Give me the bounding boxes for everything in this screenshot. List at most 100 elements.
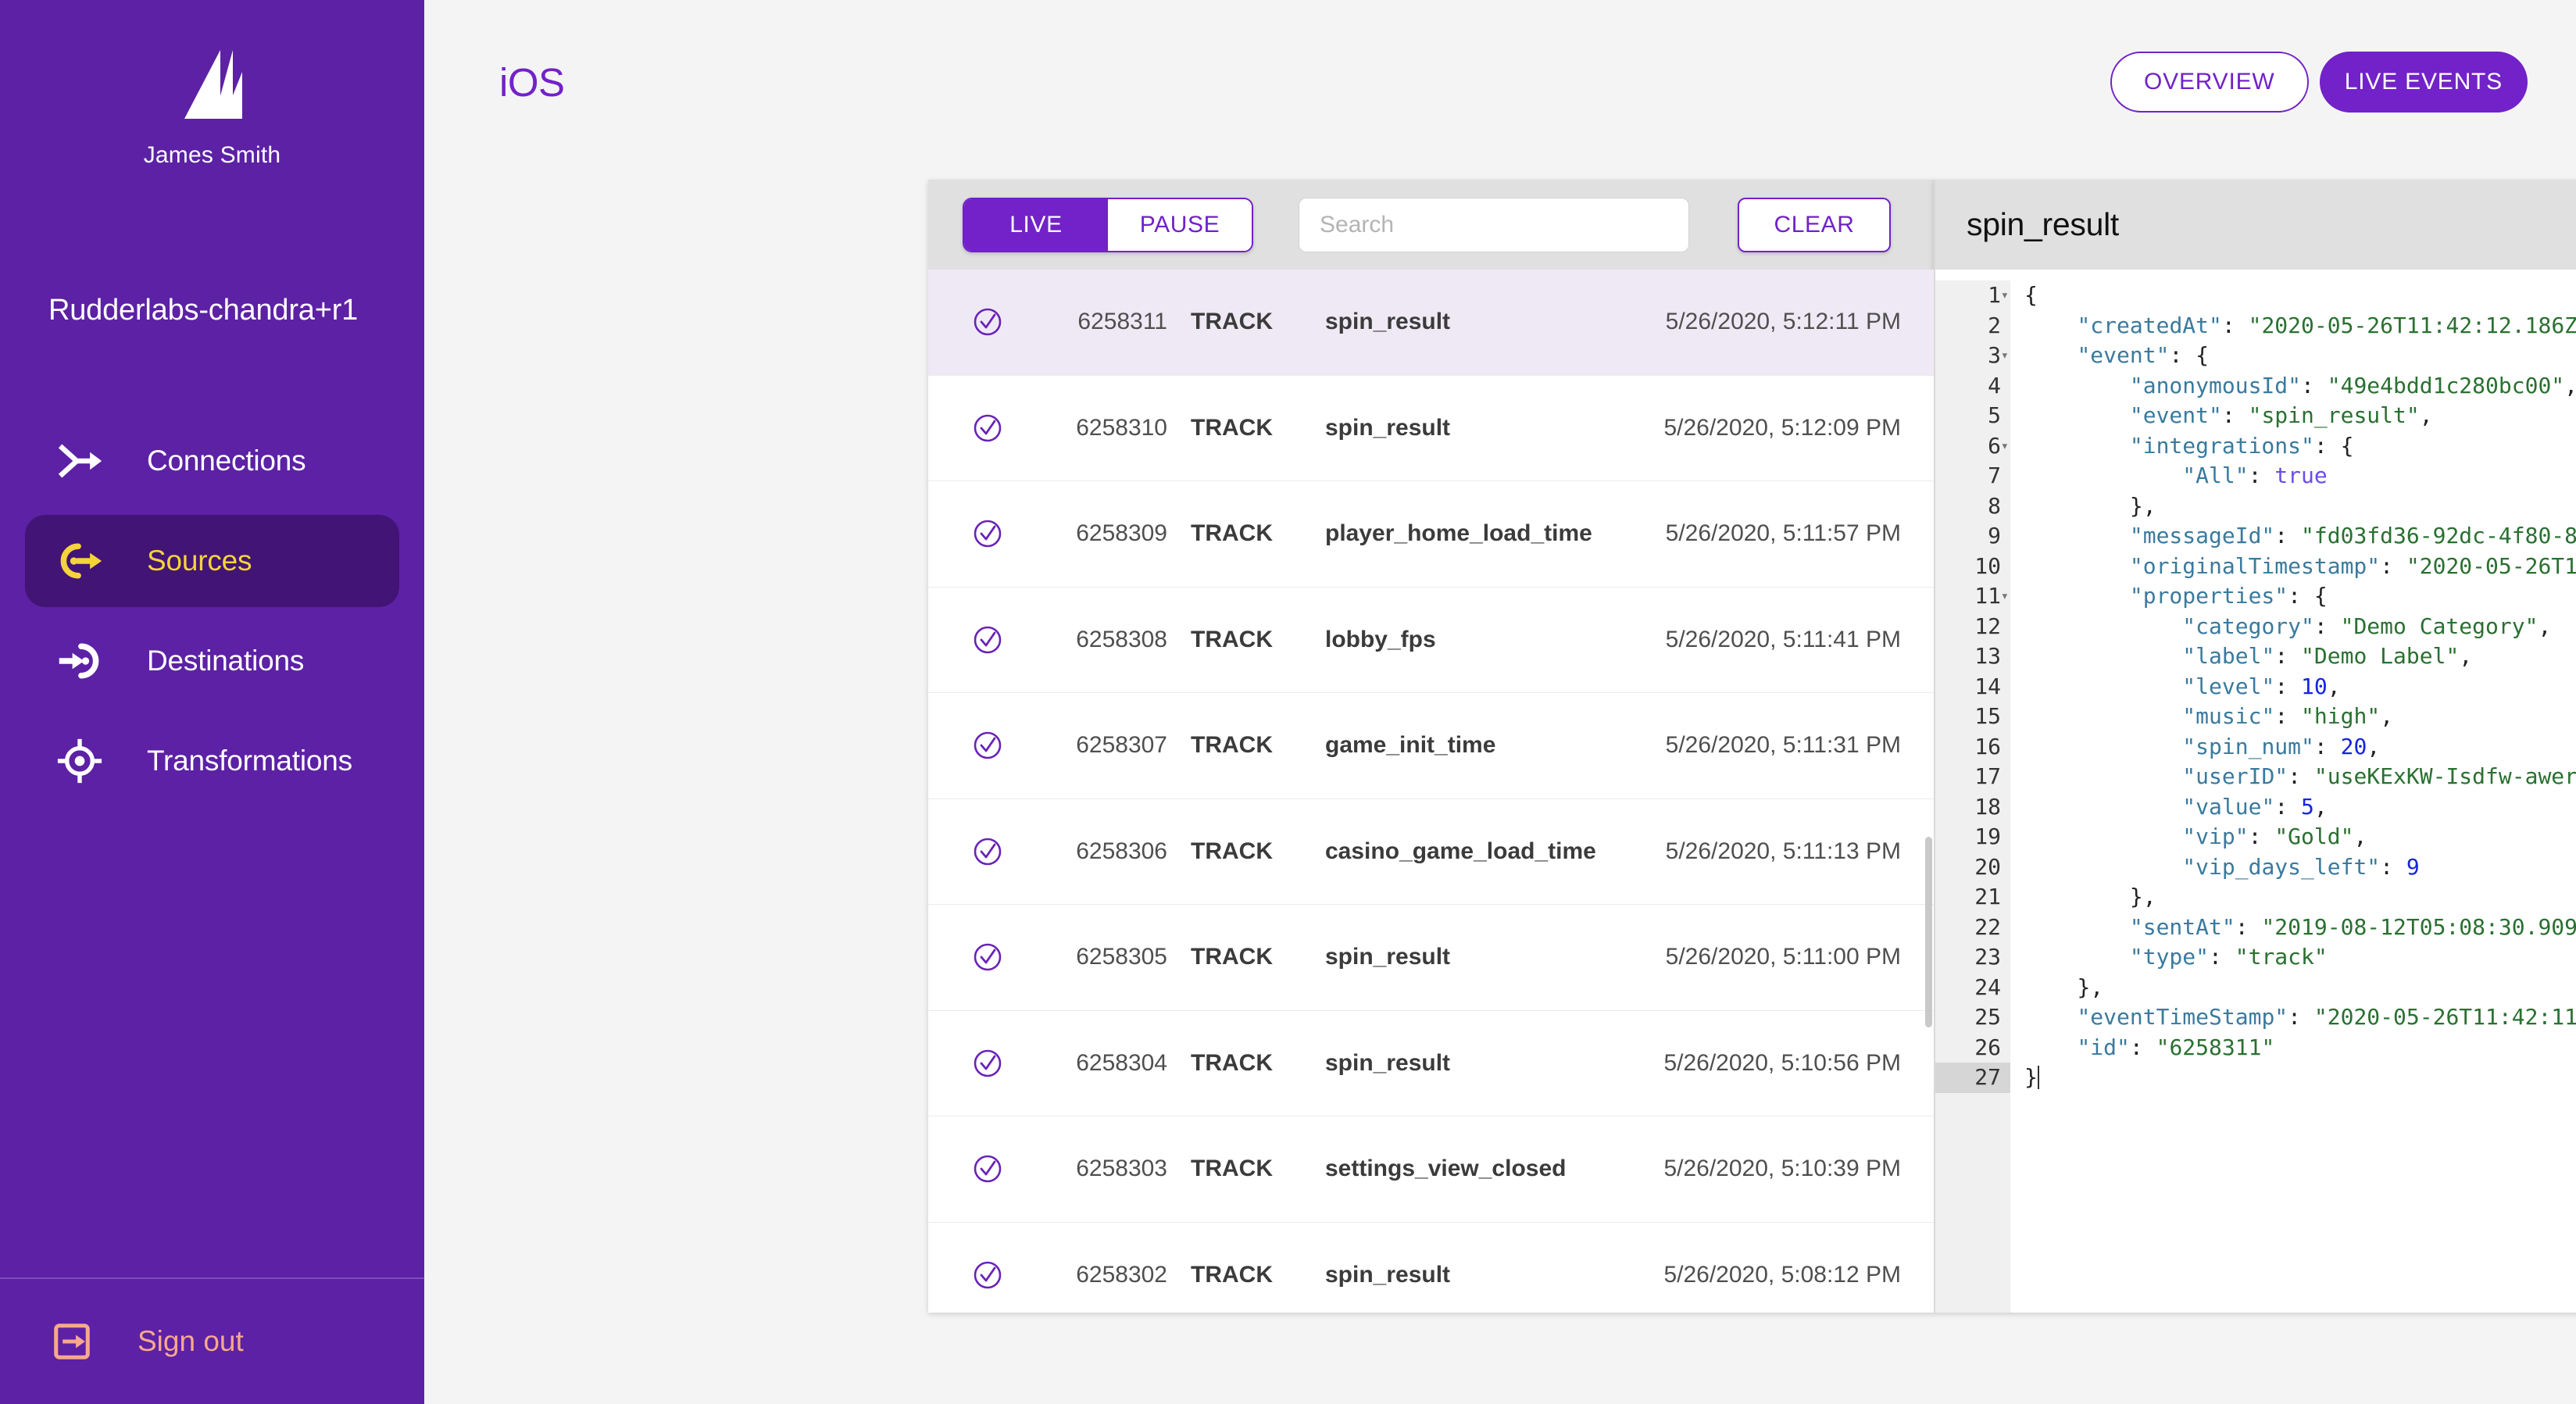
- app-root: James Smith Rudderlabs-chandra+r1 Connec…: [0, 0, 2576, 1404]
- search-box[interactable]: [1299, 197, 1689, 252]
- check-circle-icon: [972, 413, 1028, 444]
- scrollbar-thumb[interactable]: [1925, 837, 1932, 1027]
- event-timestamp: 5/26/2020, 5:11:41 PM: [1665, 626, 1901, 652]
- page-title: iOS: [499, 59, 565, 105]
- json-token-str: "Demo Label": [2301, 643, 2460, 669]
- json-token-key: "eventTimeStamp": [2077, 1004, 2288, 1030]
- code-line: "messageId": "fd03fd36-92dc-4f80-882c-62…: [2024, 521, 2576, 552]
- line-number: 2: [1988, 312, 2001, 338]
- json-token-key: "integrations": [2129, 432, 2314, 459]
- clear-button[interactable]: CLEAR: [1738, 197, 1891, 252]
- event-name: settings_view_closed: [1325, 1156, 1567, 1182]
- sidebar-item-sources[interactable]: Sources: [25, 515, 399, 607]
- json-token-punc: : {: [2288, 583, 2328, 609]
- table-row[interactable]: 6258311 TRACK spin_result 5/26/2020, 5:12:1…: [928, 270, 1934, 376]
- tab-overview[interactable]: OVERVIEW: [2110, 52, 2309, 113]
- line-number: 21: [1974, 884, 2001, 909]
- event-timestamp: 5/26/2020, 5:11:00 PM: [1665, 944, 1901, 970]
- event-id: 6258308: [1076, 626, 1167, 652]
- check-circle-icon: [972, 941, 1028, 973]
- table-row[interactable]: 6258303 TRACK settings_view_closed 5/26/202…: [928, 1116, 1934, 1223]
- table-row[interactable]: 6258308 TRACK lobby_fps 5/26/2020, 5:11:41 …: [928, 587, 1934, 693]
- live-button[interactable]: LIVE: [964, 198, 1108, 251]
- sidebar-item-label: Transformations: [147, 745, 352, 777]
- events-list[interactable]: 6258311 TRACK spin_result 5/26/2020, 5:12:1…: [928, 270, 1934, 1313]
- fold-arrow-icon[interactable]: ▾: [2001, 341, 2009, 371]
- line-number: 26: [1974, 1034, 2001, 1060]
- line-number: 18: [1974, 793, 2001, 820]
- json-token-punc: ,: [2459, 643, 2473, 669]
- event-name: game_init_time: [1325, 732, 1496, 759]
- json-token-punc: :: [2380, 552, 2406, 579]
- event-name: casino_game_load_time: [1325, 838, 1596, 864]
- json-token-key: "anonymousId": [2129, 372, 2302, 398]
- content-row: LIVE PAUSE CLEAR 6258311 TRACK spin_result…: [928, 180, 2576, 1313]
- code-line: },: [2024, 882, 2576, 913]
- json-token-str: "spin_result": [2248, 402, 2420, 428]
- brand-block: James Smith: [0, 0, 424, 169]
- json-token-punc: },: [2129, 884, 2156, 909]
- json-code-body[interactable]: { "createdAt": "2020-05-26T11:42:12.186Z…: [2010, 280, 2576, 1313]
- json-token-key: "vip": [2182, 823, 2249, 849]
- sidebar-item-label: Sources: [147, 545, 252, 577]
- json-token-punc: ,: [2313, 793, 2328, 820]
- json-token-key: "createdAt": [2077, 312, 2222, 338]
- sidebar-item-label: Connections: [147, 445, 306, 477]
- code-line: "integrations": {: [2024, 431, 2576, 462]
- code-line: "anonymousId": "49e4bdd1c280bc00",: [2024, 371, 2576, 402]
- search-input[interactable]: [1320, 211, 1668, 238]
- json-token-str: "2020-05-26T11:42:11.000Z": [2313, 1004, 2576, 1030]
- sources-icon: [55, 536, 105, 586]
- line-number: 20: [1974, 853, 2001, 880]
- fold-arrow-icon[interactable]: ▾: [2001, 431, 2009, 462]
- sidebar-item-connections[interactable]: Connections: [25, 415, 399, 507]
- code-line: "vip": "Gold",: [2024, 822, 2576, 852]
- sidebar-item-transformations[interactable]: Transformations: [25, 715, 399, 807]
- pause-button[interactable]: PAUSE: [1108, 198, 1252, 251]
- detail-title: spin_result: [1967, 206, 2119, 242]
- destinations-icon: [55, 636, 105, 686]
- event-timestamp: 5/26/2020, 5:10:56 PM: [1663, 1049, 1901, 1076]
- event-type: TRACK: [1191, 626, 1273, 652]
- event-id: 6258304: [1076, 1049, 1167, 1076]
- event-type: TRACK: [1191, 309, 1273, 335]
- line-number: 7: [1988, 463, 2001, 488]
- line-number: 6 ▾: [1935, 431, 2010, 462]
- line-number: 4: [1988, 372, 2001, 398]
- signout-button[interactable]: Sign out: [0, 1316, 244, 1366]
- json-token-key: "sentAt": [2129, 913, 2235, 940]
- text-caret: [2037, 1066, 2039, 1089]
- json-token-key: "music": [2182, 703, 2275, 729]
- tab-live-events[interactable]: LIVE EVENTS: [2319, 52, 2528, 113]
- event-name: spin_result: [1325, 944, 1451, 970]
- json-token-key: "event": [2077, 342, 2170, 368]
- fold-arrow-icon[interactable]: ▾: [2001, 581, 2009, 612]
- table-row[interactable]: 6258307 TRACK game_init_time 5/26/2020, 5:1…: [928, 693, 1934, 799]
- event-name: player_home_load_time: [1325, 520, 1592, 547]
- code-line: {: [2024, 280, 2576, 311]
- line-number: 12: [1974, 613, 2001, 639]
- table-row[interactable]: 6258309 TRACK player_home_load_time 5/26/20…: [928, 481, 1934, 588]
- table-row[interactable]: 6258310 TRACK spin_result 5/26/2020, 5:12:0…: [928, 375, 1934, 481]
- sidebar-item-destinations[interactable]: Destinations: [25, 615, 399, 707]
- line-number: 10: [1974, 552, 2001, 579]
- table-row[interactable]: 6258305 TRACK spin_result 5/26/2020, 5:11:0…: [928, 905, 1934, 1011]
- line-number: 24: [1974, 974, 2001, 1000]
- json-viewer[interactable]: 1 ▾ 2 3 ▾ 4 5 6 ▾ 7 8 9 10 11 ▾ 12 13 14 15 16 17 18 19 20 21 22 2…: [1935, 270, 2576, 1313]
- fold-arrow-icon[interactable]: ▾: [2001, 280, 2009, 311]
- line-number: 23: [1974, 944, 2001, 970]
- table-row[interactable]: 6258306 TRACK casino_game_load_time 5/26/20…: [928, 798, 1934, 905]
- table-row[interactable]: 6258302 TRACK spin_result 5/26/2020, 5:08:1…: [928, 1222, 1934, 1313]
- code-line: "All": true: [2024, 461, 2576, 491]
- table-row[interactable]: 6258304 TRACK spin_result 5/26/2020, 5:10:5…: [928, 1010, 1934, 1116]
- line-number: 1 ▾: [1935, 280, 2010, 311]
- events-list-scrollbar[interactable]: [1925, 270, 1932, 1313]
- code-line: }: [2024, 1063, 2576, 1093]
- event-timestamp: 5/26/2020, 5:11:31 PM: [1665, 732, 1901, 759]
- json-token-str: "Demo Category": [2340, 613, 2538, 639]
- json-token-punc: : {: [2169, 342, 2210, 368]
- json-token-punc: }: [2024, 1064, 2038, 1090]
- json-token-str: "2019-08-12T05:08:30.909Z": [2261, 913, 2576, 940]
- event-name: spin_result: [1325, 1049, 1451, 1076]
- event-type: TRACK: [1191, 414, 1273, 441]
